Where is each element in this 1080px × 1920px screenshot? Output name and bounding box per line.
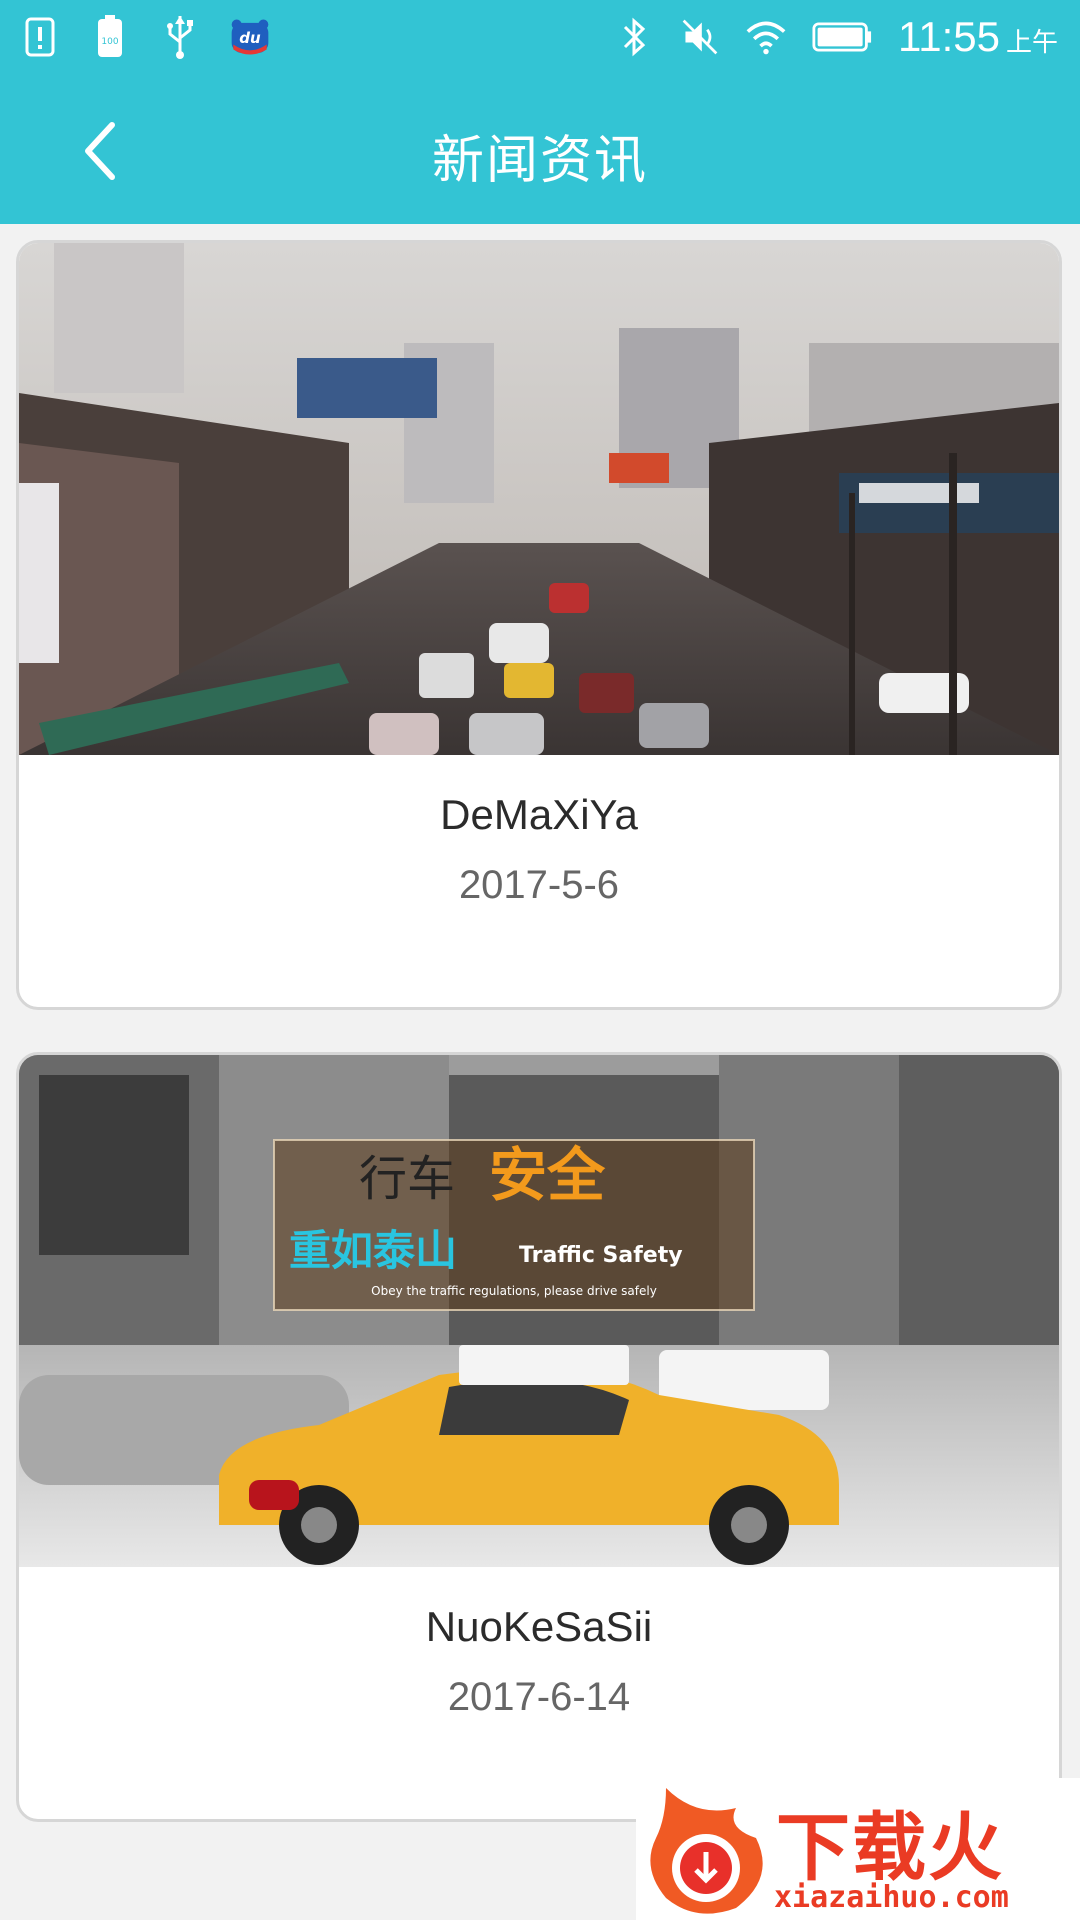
battery-icon xyxy=(812,12,872,62)
banner-title-4: Traffic Safety xyxy=(519,1243,683,1268)
page-title: 新闻资讯 xyxy=(431,131,648,191)
news-card[interactable]: 行车 安全 重如泰山 Traffic Safety Obey the traff… xyxy=(16,1052,1062,1822)
battery-label: 100 xyxy=(101,37,118,47)
banner-subtitle: Obey the traffic regulations, please dri… xyxy=(371,1284,657,1298)
usb-icon xyxy=(160,12,200,62)
watermark-url: xiazaihuo.com xyxy=(774,1880,1009,1915)
wifi-icon xyxy=(746,12,786,62)
svg-text:du: du xyxy=(239,29,261,47)
news-date: 2017-5-6 xyxy=(458,863,620,907)
alert-icon xyxy=(20,12,60,62)
news-title: NuoKeSaSii xyxy=(425,1603,653,1650)
battery-status-icon: 100 xyxy=(90,12,130,62)
news-card[interactable]: DeMaXiYa 2017-5-6 xyxy=(16,240,1062,1010)
status-bar: 100 du 11:55 上午 xyxy=(0,0,1080,78)
news-title: DeMaXiYa xyxy=(440,791,638,838)
mute-icon xyxy=(680,12,720,62)
du-app-icon: du xyxy=(230,12,270,62)
banner-title-3: 重如泰山 xyxy=(289,1226,457,1275)
news-date: 2017-6-14 xyxy=(447,1675,631,1719)
news-image-traffic-safety: 行车 安全 重如泰山 Traffic Safety Obey the traff… xyxy=(19,1055,1059,1567)
bluetooth-off-icon xyxy=(614,12,654,62)
xiazaihuo-watermark: 下载火 xiazaihuo.com xyxy=(636,1778,1080,1920)
banner-title-2: 安全 xyxy=(489,1141,606,1209)
news-image-city-traffic xyxy=(19,243,1059,755)
watermark-logo-text: 下载火 xyxy=(776,1805,1004,1891)
banner-title-1: 行车 xyxy=(359,1151,455,1207)
app-bar: 新闻资讯 xyxy=(0,78,1080,224)
clock: 11:55 上午 xyxy=(897,13,1058,60)
flame-logo-icon xyxy=(650,1788,763,1914)
